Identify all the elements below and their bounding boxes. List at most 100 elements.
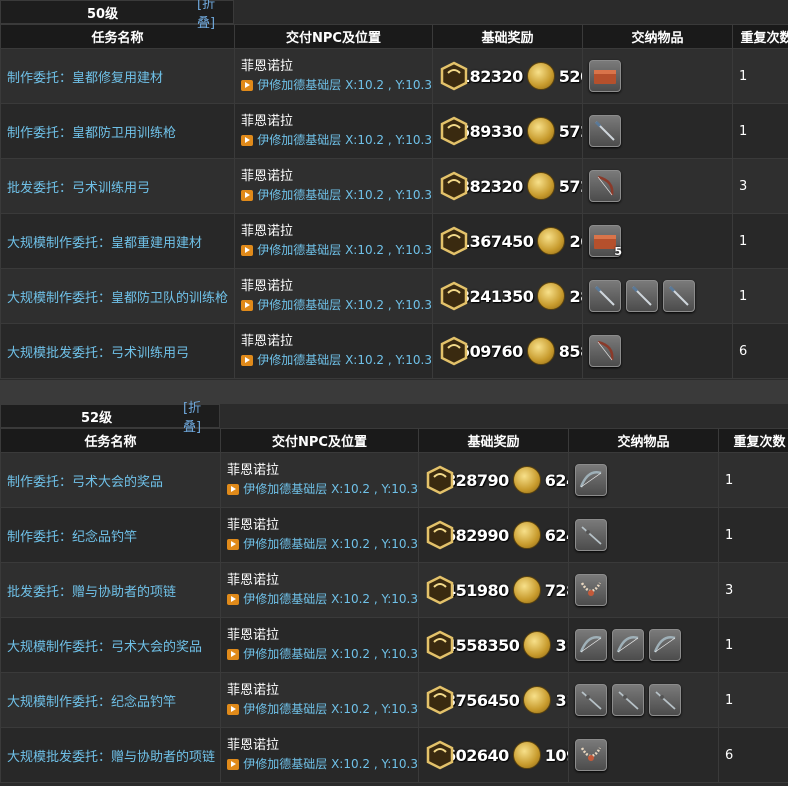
repeat-count: 3 xyxy=(725,582,734,598)
npc-name: 菲恩诺拉 xyxy=(227,518,280,533)
npc-cell: 菲恩诺拉伊修加德基础层 X:10.2 , Y:10.3 xyxy=(220,507,419,563)
spear-icon[interactable] xyxy=(663,280,695,312)
location-link[interactable]: 伊修加德基础层 X:10.2 , Y:10.3 xyxy=(227,535,418,553)
task-name-link[interactable]: 批发委托：弓术训练用弓 xyxy=(7,181,150,196)
necklace-icon[interactable] xyxy=(575,574,607,606)
location-link[interactable]: 伊修加德基础层 X:10.2 , Y:10.3 xyxy=(241,351,432,369)
task-name-link[interactable]: 大规模制作委托：弓术大会的奖品 xyxy=(7,640,202,655)
task-name-link[interactable]: 大规模批发委托：赠与协助者的项链 xyxy=(7,750,215,765)
location-text: 伊修加德基础层 X:10.2 , Y:10.3 xyxy=(257,298,432,312)
repeat-count: 1 xyxy=(739,233,748,249)
gil-coin-icon xyxy=(512,576,541,604)
task-cell: 大规模制作委托：纪念品钓竿 xyxy=(0,672,221,728)
location-link[interactable]: 伊修加德基础层 X:10.2 , Y:10.3 xyxy=(241,76,432,94)
task-cell: 批发委托：弓术训练用弓 xyxy=(0,158,235,214)
table-row: 大规模批发委托：赠与协助者的项链 菲恩诺拉 伊修加德基础层 X:10.2 , Y:1… xyxy=(0,727,788,783)
gil-coin-icon xyxy=(512,741,541,769)
rod-icon[interactable] xyxy=(575,684,607,716)
task-name-link[interactable]: 制作委托：弓术大会的奖品 xyxy=(7,475,163,490)
task-name-link[interactable]: 大规模制作委托：皇都重建用建材 xyxy=(7,236,202,251)
items-cell xyxy=(582,103,733,159)
location-link[interactable]: 伊修加德基础层 X:10.2 , Y:10.3 xyxy=(241,186,432,204)
brick-icon[interactable] xyxy=(589,60,621,92)
task-name-link[interactable]: 制作委托：纪念品钓竿 xyxy=(7,530,137,545)
gil-amount: 3120 xyxy=(555,690,567,710)
repeat-count: 6 xyxy=(725,747,734,763)
header-base-reward: 基础奖励 xyxy=(418,428,569,453)
location-link[interactable]: 伊修加德基础层 X:10.2 , Y:10.3 xyxy=(241,241,432,259)
npc-name: 菲恩诺拉 xyxy=(241,169,294,184)
gil-coin-icon xyxy=(512,466,541,494)
longbow-icon[interactable] xyxy=(649,629,681,661)
header-base-reward: 基础奖励 xyxy=(432,24,583,49)
rod-icon[interactable] xyxy=(575,519,607,551)
longbow-icon[interactable] xyxy=(612,629,644,661)
section-title-box: 52级 [折叠] xyxy=(0,401,220,435)
section-divider xyxy=(0,380,788,404)
map-marker-icon xyxy=(227,538,240,550)
section-level: 50级 xyxy=(87,6,119,22)
npc-cell: 菲恩诺拉 伊修加德基础层 X:10.2 , Y:10.3 xyxy=(220,562,419,618)
level-50-section: 50级 [折叠] 任务名称 交付NPC及位置 基础奖励 交纳物品 重复次数 制作… xyxy=(0,0,788,379)
location-link[interactable]: 伊修加德基础层 X:10.2 , Y:10.3 xyxy=(227,700,418,718)
location-text: 伊修加德基础层 X:10.2 , Y:10.3 xyxy=(257,188,432,202)
exp-icon xyxy=(439,61,469,91)
task-name-link[interactable]: 大规模制作委托：纪念品钓竿 xyxy=(7,695,176,710)
exp-icon xyxy=(439,116,469,146)
map-marker-icon xyxy=(227,758,240,770)
exp-icon xyxy=(425,520,455,550)
collapse-toggle[interactable]: [折叠] xyxy=(183,397,219,435)
task-name-link[interactable]: 制作委托：皇都防卫用训练枪 xyxy=(7,126,176,141)
section-level: 52级 xyxy=(81,410,113,426)
task-name-link[interactable]: 制作委托：皇都修复用建材 xyxy=(7,71,163,86)
location-link[interactable]: 伊修加德基础层 X:10.2 , Y:10.3 xyxy=(227,755,418,773)
necklace-icon[interactable] xyxy=(575,739,607,771)
map-marker-icon xyxy=(241,244,254,256)
location-link[interactable]: 伊修加德基础层 X:10.2 , Y:10.3 xyxy=(241,131,432,149)
table-row: 制作委托：弓术大会的奖品 菲恩诺拉 伊修加德基础层 X:10.2 , Y:10.3 8… xyxy=(0,452,788,508)
npc-cell: 菲恩诺拉 伊修加德基础层 X:10.2 , Y:10.3 xyxy=(234,103,433,159)
location-link[interactable]: 伊修加德基础层 X:10.2 , Y:10.3 xyxy=(227,590,418,608)
brick-icon[interactable]: 5 xyxy=(589,225,622,258)
spear-icon[interactable] xyxy=(589,280,621,312)
repeat-cell: 6 xyxy=(718,727,788,783)
task-name-link[interactable]: 大规模制作委托：皇都防卫队的训练枪 xyxy=(7,291,228,306)
npc-cell: 菲恩诺拉 伊修加德基础层 X:10.2 , Y:10.3 xyxy=(220,452,419,508)
map-marker-icon xyxy=(227,483,240,495)
gil-amount: 728 xyxy=(544,580,568,600)
exp-icon xyxy=(439,281,469,311)
map-marker-icon xyxy=(241,79,254,91)
table-row: 制作委托：纪念品钓竿 菲恩诺拉 伊修加德基础层 X:10.2 , Y:10.3 682… xyxy=(0,507,788,563)
repeat-cell: 1 xyxy=(718,672,788,728)
location-link[interactable]: 伊修加德基础层 X:10.2 , Y:10.3 xyxy=(227,480,418,498)
task-name-link[interactable]: 批发委托：赠与协助者的项链 xyxy=(7,585,176,600)
longbow-icon[interactable] xyxy=(575,464,607,496)
repeat-count: 3 xyxy=(739,178,748,194)
bow-icon[interactable] xyxy=(589,170,621,202)
exp-amount: 3241350 xyxy=(459,286,534,306)
location-text: 伊修加德基础层 X:10.2 , Y:10.3 xyxy=(257,78,432,92)
task-cell: 大规模批发委托：弓术训练用弓 xyxy=(0,323,235,379)
location-text: 伊修加德基础层 X:10.2 , Y:10.3 xyxy=(243,537,418,551)
items-cell xyxy=(568,562,719,618)
rod-icon[interactable] xyxy=(649,684,681,716)
map-marker-icon xyxy=(241,189,254,201)
spear-icon[interactable] xyxy=(626,280,658,312)
collapse-toggle[interactable]: [折叠] xyxy=(197,0,233,31)
location-text: 伊修加德基础层 X:10.2 , Y:10.3 xyxy=(257,133,432,147)
quest-table: 任务名称 交付NPC及位置 基础奖励 交纳物品 重复次数 制作委托：弓术大会的奖… xyxy=(0,428,788,783)
task-name-link[interactable]: 大规模批发委托：弓术训练用弓 xyxy=(7,346,189,361)
spear-icon[interactable] xyxy=(589,115,621,147)
npc-name: 菲恩诺拉 xyxy=(241,224,294,239)
location-text: 伊修加德基础层 X:10.2 , Y:10.3 xyxy=(243,592,418,606)
header-repeat: 重复次数 xyxy=(718,428,788,453)
longbow-icon[interactable] xyxy=(575,629,607,661)
repeat-count: 1 xyxy=(739,68,748,84)
bow-icon[interactable] xyxy=(589,335,621,367)
header-items: 交纳物品 xyxy=(568,428,719,453)
location-link[interactable]: 伊修加德基础层 X:10.2 , Y:10.3 xyxy=(227,645,418,663)
location-link[interactable]: 伊修加德基础层 X:10.2 , Y:10.3 xyxy=(241,296,432,314)
gil-coin-icon xyxy=(526,172,555,200)
rod-icon[interactable] xyxy=(612,684,644,716)
section-title-row: 52级 [折叠] xyxy=(0,401,788,435)
